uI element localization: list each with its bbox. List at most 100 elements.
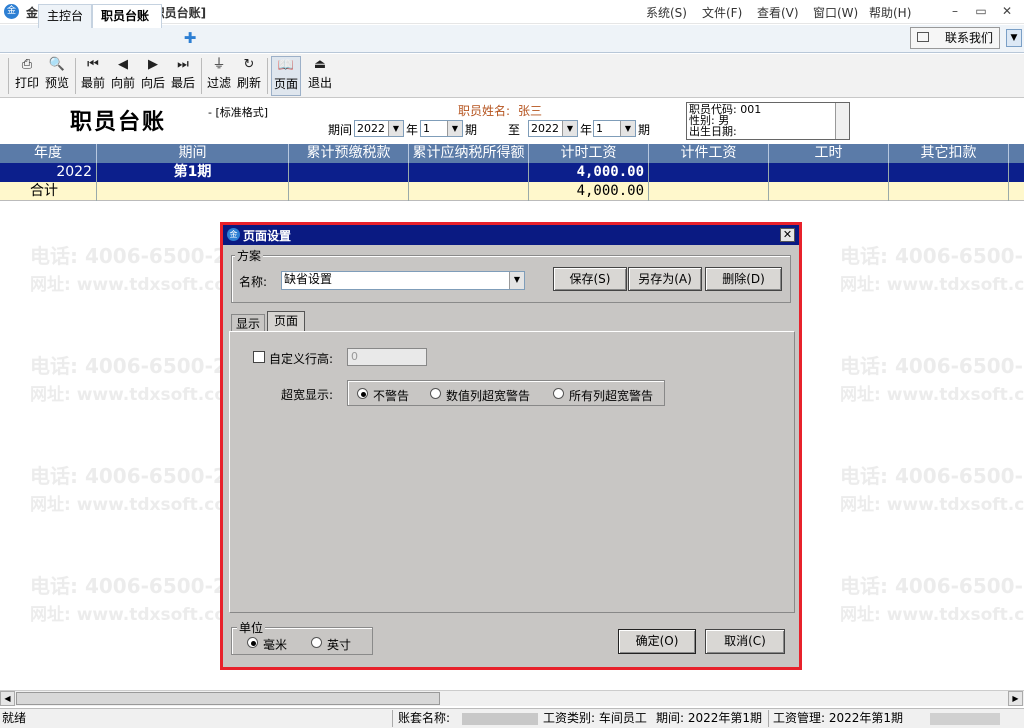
watermark-site: 网址: www.tdxsoft.com <box>30 275 244 295</box>
watermark-site: 网址: www.tdxsoft.com <box>30 495 244 515</box>
watermark-site: 网址: www.tdxsoft.com <box>840 275 1024 295</box>
next-label: 向后 <box>140 76 165 90</box>
column-header[interactable]: 累计应纳税所得额 <box>409 144 529 163</box>
from-year-select[interactable]: 2022 ▼ <box>354 120 404 137</box>
menu-file[interactable]: 文件(F) <box>702 4 742 21</box>
filter-icon: ⏚ <box>212 57 226 72</box>
add-tab-icon[interactable]: ✚ <box>182 30 198 46</box>
print-button[interactable]: ⎙ 打印 <box>13 56 41 96</box>
scroll-left-icon[interactable]: ◀ <box>0 691 15 706</box>
chevron-down-icon: ▼ <box>620 121 635 136</box>
unit-inch-radio[interactable] <box>311 637 322 648</box>
status-bar: 就绪 账套名称: 工资类别: 车间员工 期间: 2022年第1期 工资管理: 2… <box>0 708 1024 728</box>
custom-row-height-checkbox[interactable] <box>253 351 265 363</box>
cell <box>289 163 409 182</box>
prev-button[interactable]: ◀ 向前 <box>109 56 137 96</box>
overwidth-numeric-radio[interactable] <box>430 388 441 399</box>
column-header[interactable]: 计件工资 <box>649 144 769 163</box>
column-header[interactable]: 工时 <box>769 144 889 163</box>
menu-help[interactable]: 帮助(H) <box>869 4 911 21</box>
status-ready: 就绪 <box>2 711 27 725</box>
scheme-name-value: 缺省设置 <box>284 272 333 286</box>
column-header[interactable]: 年度 <box>0 144 97 163</box>
table-header: 年度 期间 累计预缴税款 累计应纳税所得额 计时工资 计件工资 工时 其它扣款 <box>0 144 1024 163</box>
tab-employee-ledger[interactable]: 职员台账 <box>92 4 162 28</box>
from-period-select[interactable]: 1 ▼ <box>420 120 463 137</box>
ok-button[interactable]: 确定(O) <box>618 629 696 654</box>
minimize-icon[interactable]: – <box>944 2 966 20</box>
tab-bar <box>0 25 1024 53</box>
menu-system[interactable]: 系统(S) <box>646 4 687 21</box>
watermark-phone: 电话: 4006-6500-27 <box>840 464 1024 488</box>
overwidth-label: 超宽显示: <box>281 388 334 402</box>
to-year-select[interactable]: 2022 ▼ <box>528 120 578 137</box>
watermark-phone: 电话: 4006-6500-27 <box>30 244 241 268</box>
table-row-total[interactable]: 合计 4,000.00 <box>0 182 1024 201</box>
save-as-button[interactable]: 另存为(A) <box>628 267 702 291</box>
next-button[interactable]: ▶ 向后 <box>139 56 167 96</box>
cell <box>289 182 409 201</box>
preview-button[interactable]: 🔍 预览 <box>43 56 71 96</box>
to-period-select[interactable]: 1 ▼ <box>593 120 636 137</box>
unit-option-label[interactable]: 英寸 <box>327 636 351 653</box>
overwidth-option-label[interactable]: 数值列超宽警告 <box>446 387 530 404</box>
printer-icon: ⎙ <box>21 57 33 72</box>
scroll-right-icon[interactable]: ▶ <box>1008 691 1023 706</box>
cell-year: 2022 <box>0 163 97 182</box>
first-button[interactable]: ⏮ 最前 <box>79 56 107 96</box>
filter-button[interactable]: ⏚ 过滤 <box>205 56 233 96</box>
toolbar-separator <box>201 58 202 94</box>
restore-icon[interactable]: ▭ <box>970 2 992 20</box>
cell <box>409 163 529 182</box>
cell <box>769 182 889 201</box>
chevron-down-icon[interactable]: ▼ <box>1006 29 1022 47</box>
status-wage-type: 工资类别: 车间员工 <box>543 711 647 725</box>
horizontal-scrollbar[interactable]: ◀ ▶ <box>0 690 1024 706</box>
employee-info-box[interactable]: 职员代码: 001 性别: 男 出生日期: <box>686 102 850 140</box>
scheme-name-select[interactable]: 缺省设置 ▼ <box>281 271 525 290</box>
column-header[interactable]: 其它扣款 <box>889 144 1009 163</box>
first-icon: ⏮ <box>87 57 99 72</box>
custom-row-height-input[interactable]: 0 <box>347 348 427 366</box>
toolbar-separator <box>8 58 9 94</box>
period-suffix: 期 <box>638 123 651 137</box>
preview-icon: 🔍 <box>48 57 66 72</box>
cell <box>409 182 529 201</box>
save-button[interactable]: 保存(S) <box>553 267 627 291</box>
chat-icon <box>917 32 929 42</box>
menu-window[interactable]: 窗口(W) <box>813 4 858 21</box>
redacted-account-name <box>462 713 538 725</box>
exit-button[interactable]: ⏏ 退出 <box>306 56 334 96</box>
column-header[interactable]: 期间 <box>97 144 289 163</box>
overwidth-option-label[interactable]: 所有列超宽警告 <box>569 387 653 404</box>
contact-us-button[interactable]: 联系我们 <box>910 27 1000 49</box>
chevron-down-icon: ▼ <box>562 121 577 136</box>
status-divider <box>392 710 393 727</box>
overwidth-no-warning-radio[interactable] <box>357 388 368 399</box>
unit-mm-radio[interactable] <box>247 637 258 648</box>
refresh-button[interactable]: ↻ 刷新 <box>235 56 263 96</box>
info-line: 出生日期: <box>689 125 737 138</box>
refresh-label: 刷新 <box>236 76 261 90</box>
scroll-thumb[interactable] <box>16 692 440 705</box>
cell <box>769 163 889 182</box>
close-window-icon[interactable]: ✕ <box>996 2 1018 20</box>
menu-view[interactable]: 查看(V) <box>757 4 799 21</box>
dialog-title-bar[interactable]: 金 页面设置 ✕ <box>223 225 799 245</box>
page-icon: 📖 <box>277 58 295 73</box>
tab-page[interactable]: 页面 <box>267 311 305 331</box>
table-row[interactable]: 2022 第1期 4,000.00 <box>0 163 1024 182</box>
page-button[interactable]: 📖 页面 <box>271 56 301 96</box>
overwidth-option-label[interactable]: 不警告 <box>373 387 409 404</box>
unit-option-label[interactable]: 毫米 <box>263 636 287 653</box>
column-header[interactable]: 计时工资 <box>529 144 649 163</box>
info-scrollbar[interactable] <box>835 103 849 139</box>
cancel-button[interactable]: 取消(C) <box>705 629 785 654</box>
column-header[interactable]: 累计预缴税款 <box>289 144 409 163</box>
close-icon[interactable]: ✕ <box>780 228 795 242</box>
delete-button[interactable]: 删除(D) <box>705 267 782 291</box>
last-button[interactable]: ⏭ 最后 <box>169 56 197 96</box>
watermark-site: 网址: www.tdxsoft.com <box>840 495 1024 515</box>
overwidth-all-columns-radio[interactable] <box>553 388 564 399</box>
tab-main-console[interactable]: 主控台 <box>38 4 92 28</box>
